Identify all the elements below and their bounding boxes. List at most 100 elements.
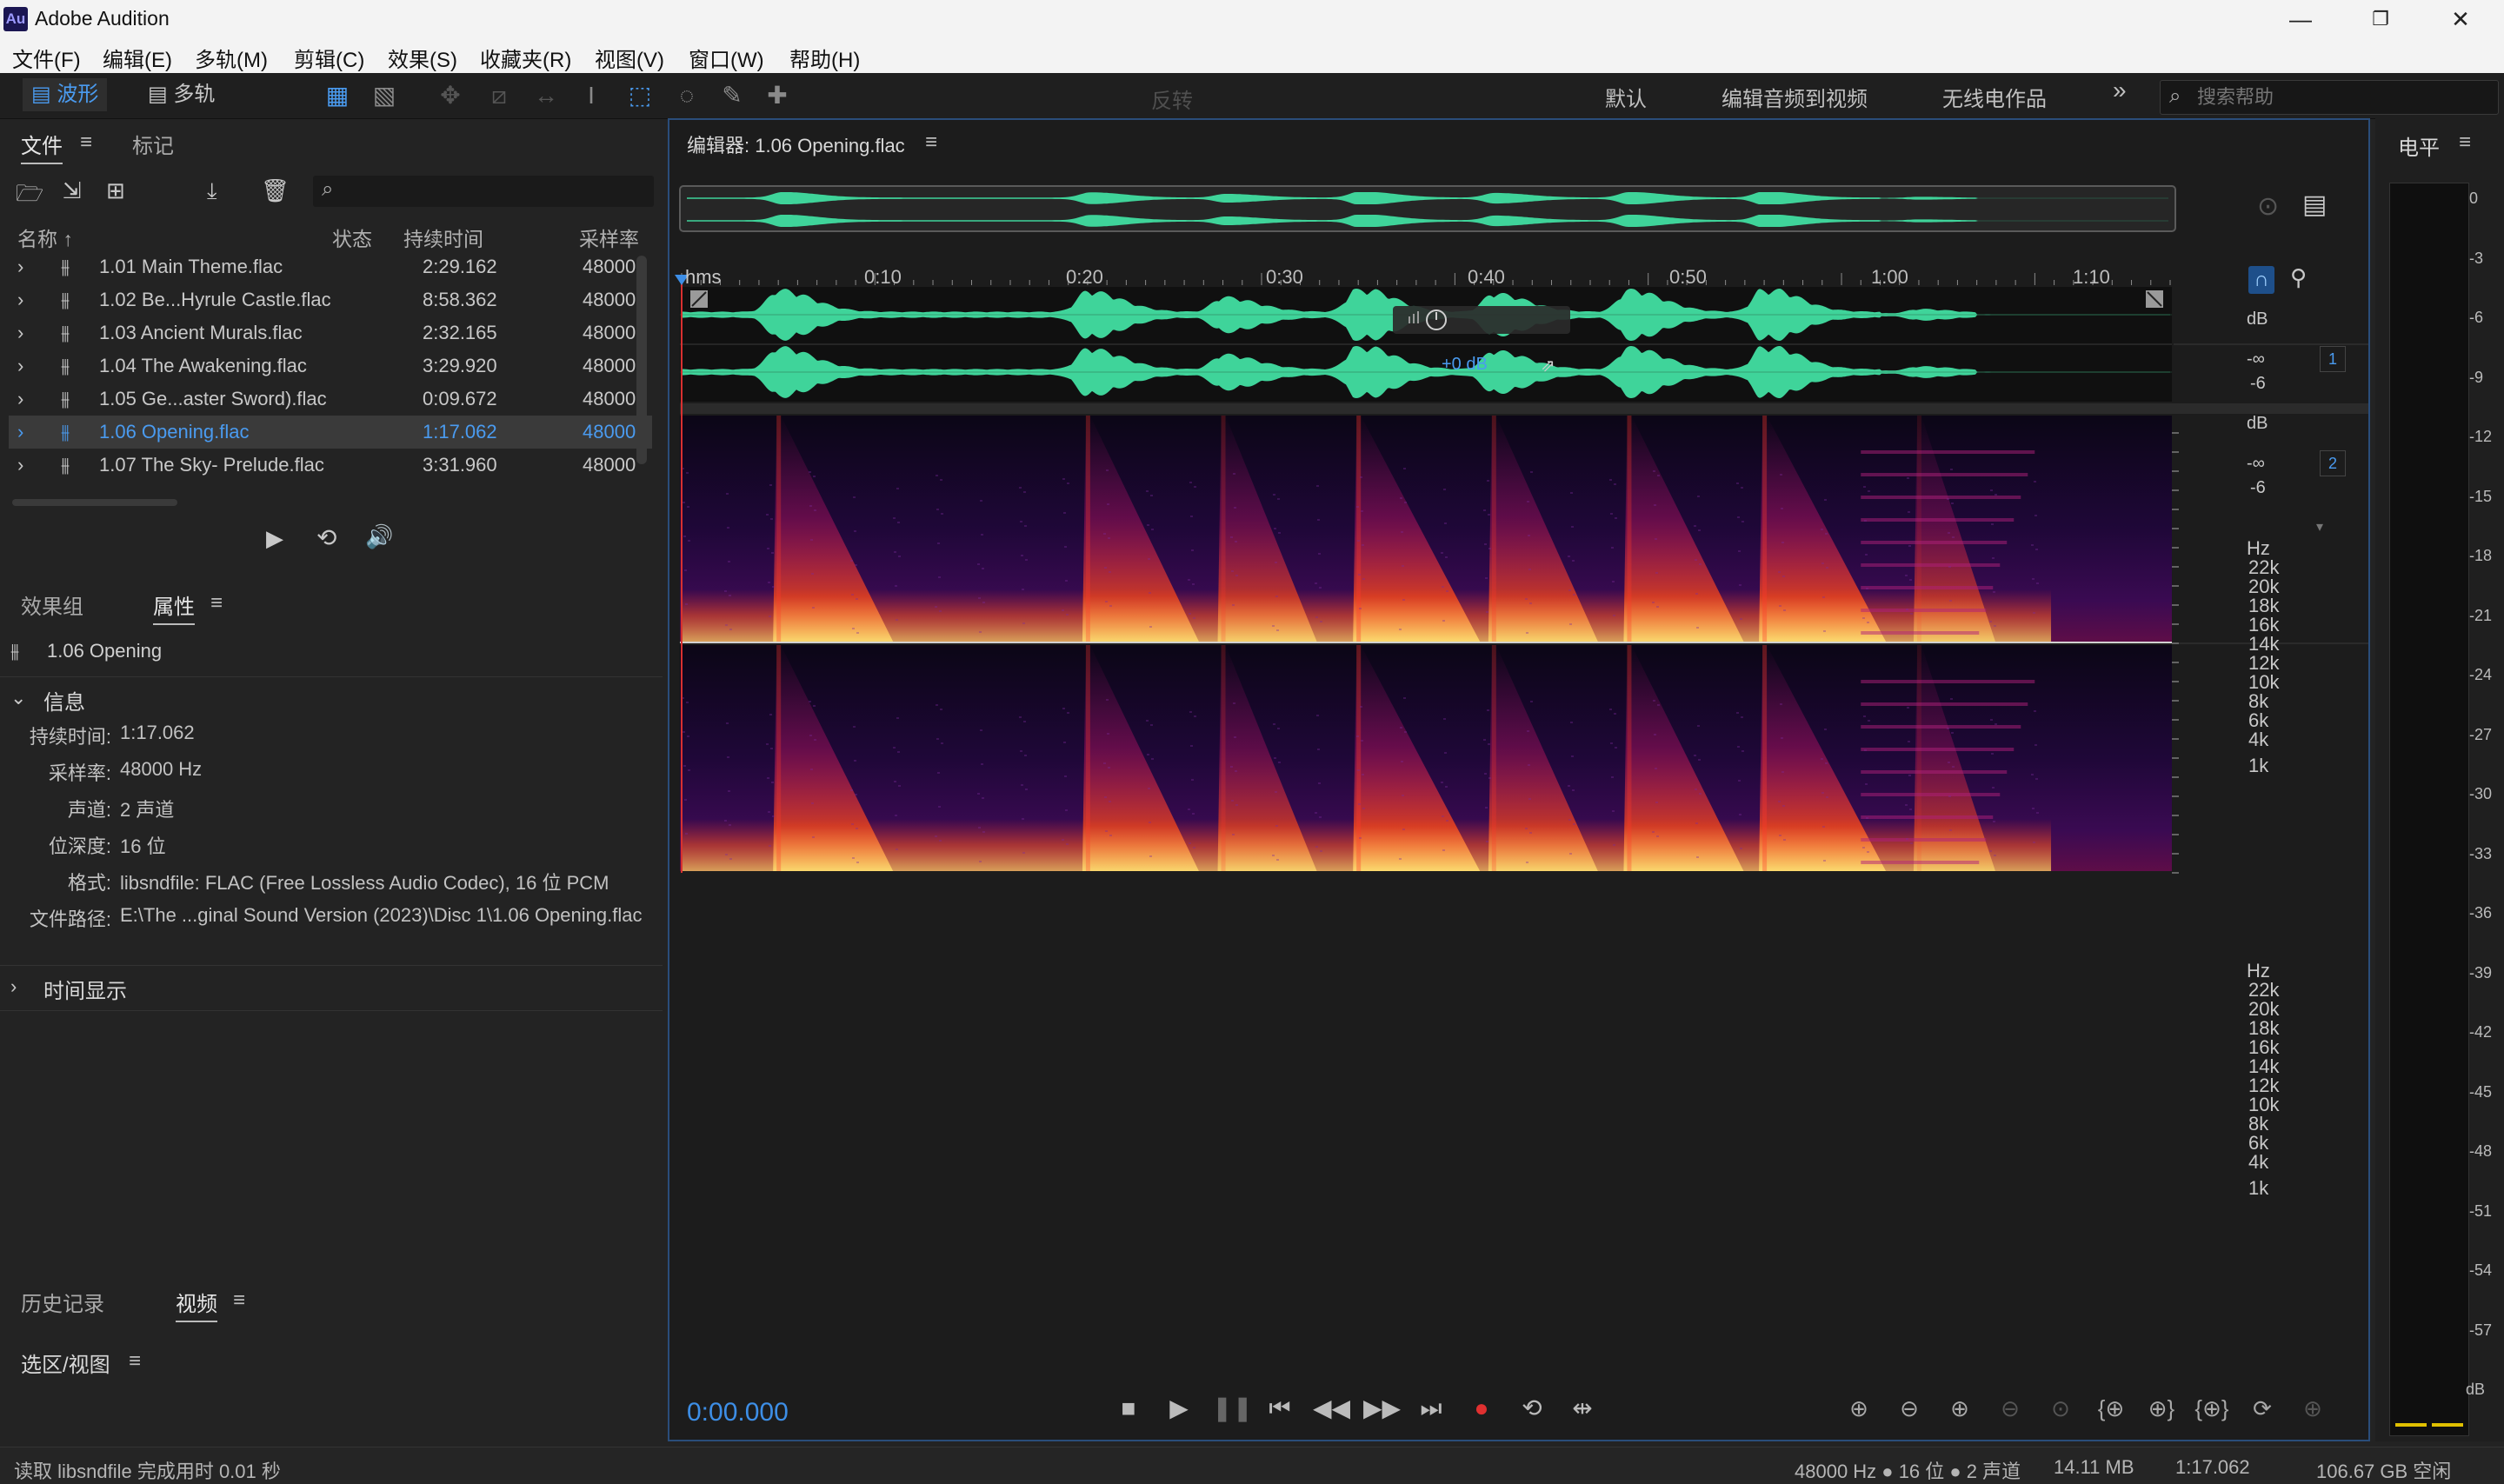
menu-edit[interactable]: 编辑(E) xyxy=(103,43,172,73)
expand-icon[interactable]: › xyxy=(17,449,23,482)
restore-button[interactable]: ❐ xyxy=(2341,0,2421,38)
zoom-in-point-out-icon[interactable]: ⊕} xyxy=(2142,1391,2181,1426)
delete-icon[interactable]: 🗑 xyxy=(261,177,290,204)
multitrack-view-button[interactable]: ▤ 多轨 xyxy=(139,78,223,111)
tab-video[interactable]: 视频 xyxy=(176,1287,217,1322)
go-to-start-icon[interactable]: ⏮ xyxy=(1262,1391,1297,1426)
lasso-tool-icon[interactable]: ◌ xyxy=(671,80,703,111)
scroll-down-icon[interactable]: ▾ xyxy=(2316,518,2323,536)
info-collapse-icon[interactable]: ⌄ xyxy=(10,687,26,709)
zoom-in-amplitude-icon[interactable]: ⊕ xyxy=(1840,1391,1878,1426)
col-duration[interactable]: 持续时间 xyxy=(403,223,483,252)
menu-view[interactable]: 视图(V) xyxy=(595,43,664,73)
menu-window[interactable]: 窗口(W) xyxy=(689,43,764,73)
spot-healing-tool-icon[interactable]: ✚ xyxy=(762,80,793,111)
info-value[interactable]: E:\The ...ginal Sound Version (2023)\Dis… xyxy=(120,904,642,927)
close-button[interactable]: ✕ xyxy=(2421,0,2501,38)
preview-loop-icon[interactable]: ⟲ xyxy=(316,523,336,552)
zoom-in-time-icon[interactable]: ⊕ xyxy=(1941,1391,1979,1426)
tab-effects-rack[interactable]: 效果组 xyxy=(21,589,83,620)
insert-multitrack-icon[interactable]: ⤓ xyxy=(207,177,217,205)
time-display-header[interactable]: 时间显示 xyxy=(43,974,127,1004)
file-row[interactable]: › ⫵ 1.04 The Awakening.flac 3:29.920 48000 xyxy=(9,349,652,383)
file-list-hscrollbar[interactable] xyxy=(12,499,177,506)
minimize-button[interactable]: — xyxy=(2261,0,2341,38)
levels-menu-icon[interactable]: ≡ xyxy=(2459,130,2471,155)
channel-2-toggle[interactable]: 2 xyxy=(2320,450,2346,476)
marker-pin-icon[interactable]: ⚲ xyxy=(2290,264,2307,291)
tab-markers[interactable]: 标记 xyxy=(132,129,174,159)
time-display-expand-icon[interactable]: › xyxy=(10,975,17,998)
stop-icon[interactable]: ■ xyxy=(1111,1391,1146,1426)
file-row[interactable]: › ⫵ 1.07 The Sky- Prelude.flac 3:31.960 4800… xyxy=(9,449,652,482)
zoom-in-point-in-icon[interactable]: {⊕ xyxy=(2092,1391,2130,1426)
file-row[interactable]: › ⫵ 1.03 Ancient Murals.flac 2:32.165 48000 xyxy=(9,316,652,349)
current-time[interactable]: 0:00.000 xyxy=(687,1398,789,1427)
info-value[interactable]: libsndfile: FLAC (Free Lossless Audio Co… xyxy=(120,868,609,895)
open-file-icon[interactable]: 🗁 xyxy=(16,177,43,216)
help-search-box[interactable]: ⌕ xyxy=(2160,80,2499,115)
expand-icon[interactable]: › xyxy=(17,416,23,449)
expand-icon[interactable]: › xyxy=(17,250,23,283)
expand-icon[interactable]: › xyxy=(17,283,23,316)
file-row[interactable]: › ⫵ 1.01 Main Theme.flac 2:29.162 48000 xyxy=(9,250,652,283)
invert-button[interactable]: 反转 xyxy=(1151,83,1193,114)
more-workspaces-button[interactable]: » xyxy=(2113,77,2127,104)
gain-pin-icon[interactable]: ⇗ xyxy=(1541,355,1555,376)
gain-value[interactable]: +0 dB xyxy=(1442,355,1488,375)
new-file-icon[interactable]: ⊞ xyxy=(106,177,125,204)
expand-icon[interactable]: › xyxy=(17,383,23,416)
tab-history[interactable]: 历史记录 xyxy=(21,1287,104,1317)
time-selection-tool-icon[interactable]: I xyxy=(576,80,607,111)
menu-multitrack[interactable]: 多轨(M) xyxy=(195,43,268,73)
menu-help[interactable]: 帮助(H) xyxy=(789,43,860,73)
col-samplerate[interactable]: 采样率 xyxy=(579,223,639,252)
go-to-end-icon[interactable]: ⏭ xyxy=(1414,1391,1448,1426)
zoom-to-time-icon[interactable]: ⊕ xyxy=(2294,1391,2332,1426)
import-file-icon[interactable]: ⇲ xyxy=(63,177,82,204)
zoom-out-time-icon[interactable]: ⊖ xyxy=(1991,1391,2029,1426)
col-status[interactable]: 状态 xyxy=(332,223,372,252)
info-value[interactable]: 1:17.062 xyxy=(120,722,195,744)
info-value[interactable]: 16 位 xyxy=(120,831,166,859)
workspace-edit-audio-video[interactable]: 编辑音频到视频 xyxy=(1722,82,1868,112)
skip-selection-icon[interactable]: ⇹ xyxy=(1565,1391,1600,1426)
menu-file[interactable]: 文件(F) xyxy=(12,43,81,73)
files-menu-icon[interactable]: ≡ xyxy=(80,130,92,155)
zoom-reset-icon[interactable]: ⟳ xyxy=(2243,1391,2281,1426)
play-icon[interactable]: ▶ xyxy=(1162,1391,1196,1426)
waveform-view-button[interactable]: ▤ 波形 xyxy=(23,78,108,111)
menu-effects[interactable]: 效果(S) xyxy=(388,43,457,73)
selection-menu-icon[interactable]: ≡ xyxy=(129,1349,141,1374)
info-value[interactable]: 48000 Hz xyxy=(120,758,202,781)
razor-tool-icon[interactable]: ⧄ xyxy=(483,80,515,111)
editor-canvas[interactable] xyxy=(669,120,2368,1440)
workspace-default[interactable]: 默认 xyxy=(1605,82,1647,112)
expand-icon[interactable]: › xyxy=(17,349,23,383)
preview-play-icon[interactable]: ▶ xyxy=(266,525,283,552)
file-row[interactable]: › ⫵ 1.05 Ge...aster Sword).flac 0:09.672 480… xyxy=(9,383,652,416)
properties-menu-icon[interactable]: ≡ xyxy=(210,591,223,616)
zoom-full-icon[interactable]: ⊙ xyxy=(2041,1391,2080,1426)
pause-icon[interactable]: ❚❚ xyxy=(1212,1391,1253,1426)
move-tool-icon[interactable]: ✥ xyxy=(435,80,466,111)
info-header[interactable]: 信息 xyxy=(43,685,85,715)
snap-icon[interactable]: ∩ xyxy=(2248,266,2274,294)
tab-files[interactable]: 文件 xyxy=(21,129,63,164)
video-menu-icon[interactable]: ≡ xyxy=(233,1288,245,1313)
slip-tool-icon[interactable]: ↔ xyxy=(530,80,562,111)
file-row[interactable]: › ⫵ 1.06 Opening.flac 1:17.062 48000 xyxy=(9,416,652,449)
col-name[interactable]: 名称 ↑ xyxy=(17,223,73,252)
spectral-pitch-icon[interactable]: ▧ xyxy=(369,80,400,111)
loop-playback-icon[interactable]: ⟲ xyxy=(1515,1391,1549,1426)
zoom-selection-icon[interactable]: {⊕} xyxy=(2193,1391,2231,1426)
spectral-frequency-icon[interactable]: ▦ xyxy=(322,80,353,111)
workspace-radio[interactable]: 无线电作品 xyxy=(1942,82,2047,112)
help-search-input[interactable] xyxy=(2195,83,2486,111)
fast-forward-icon[interactable]: ▶▶ xyxy=(1363,1391,1401,1426)
tab-properties[interactable]: 属性 xyxy=(153,589,195,625)
zoom-out-amplitude-icon[interactable]: ⊖ xyxy=(1890,1391,1928,1426)
preview-autoplay-icon[interactable]: 🔊 xyxy=(365,523,393,550)
menu-clip[interactable]: 剪辑(C) xyxy=(294,43,364,73)
tab-selection-view[interactable]: 选区/视图 xyxy=(21,1348,110,1378)
